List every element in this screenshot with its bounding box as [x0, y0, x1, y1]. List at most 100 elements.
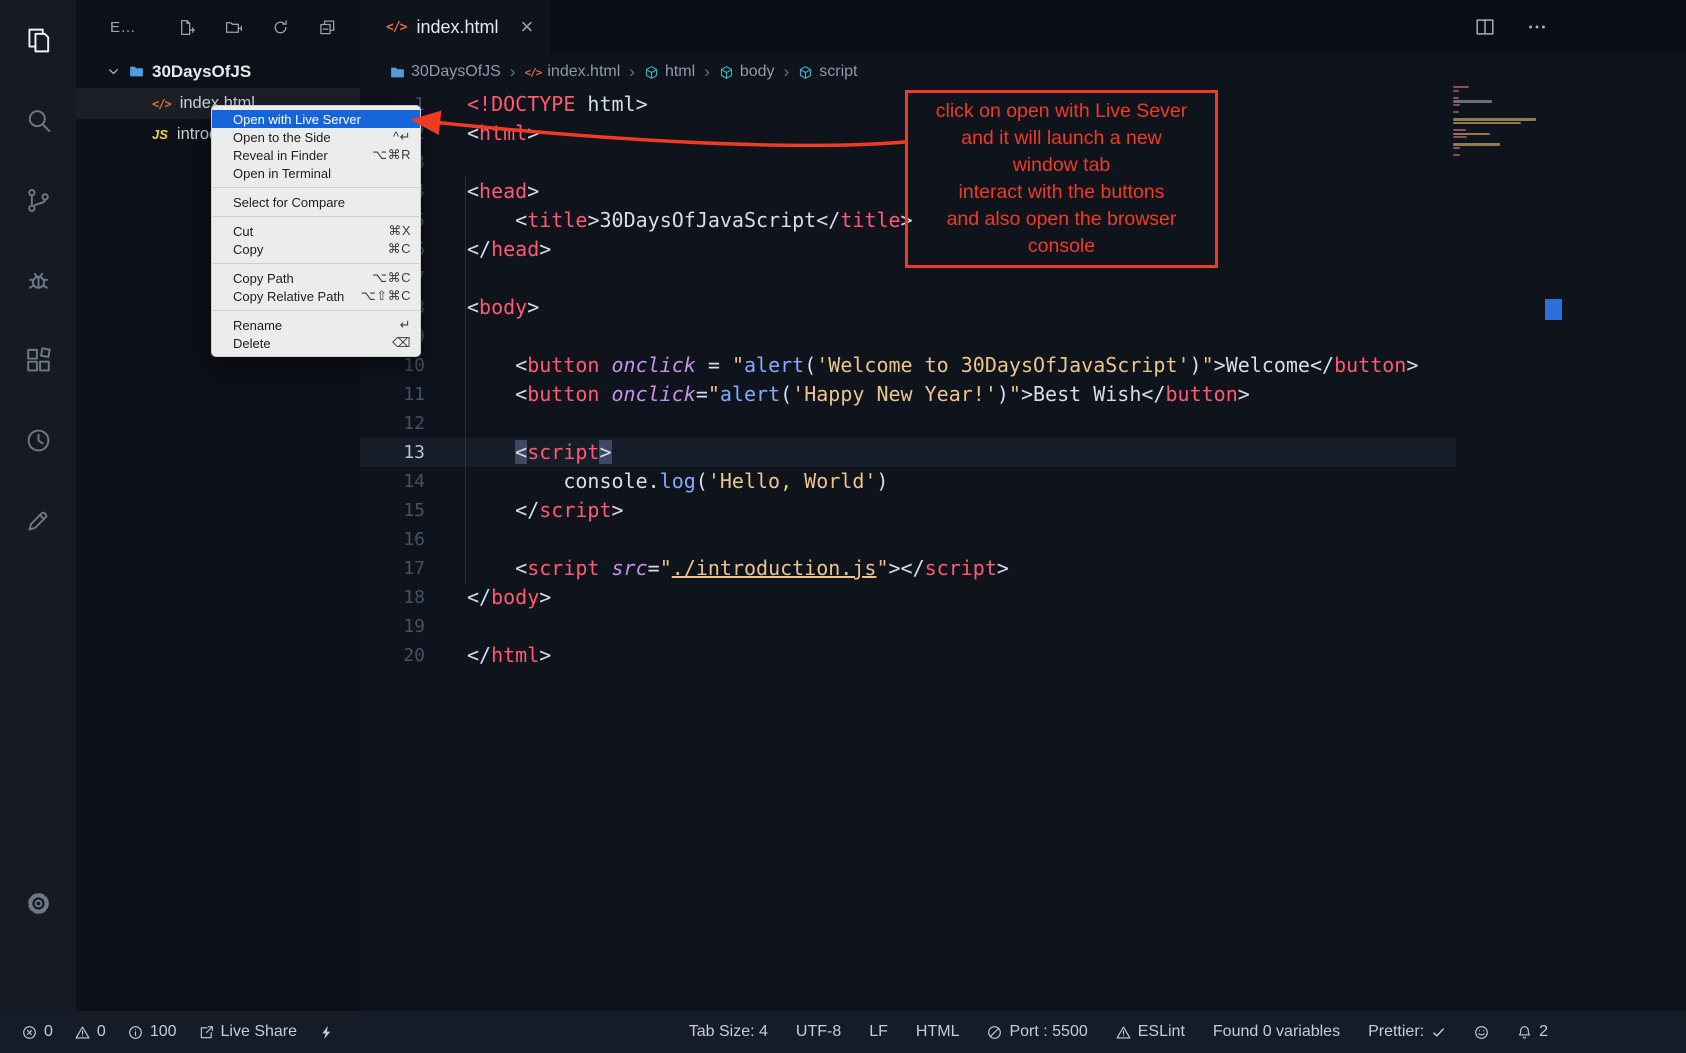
code-line-12[interactable]: 12: [360, 409, 1456, 438]
explorer-title: E…: [110, 19, 136, 36]
activity-bar-bottom: [0, 863, 76, 943]
minimap[interactable]: [1453, 86, 1545, 158]
breadcrumb-index-html[interactable]: </>index.html: [524, 63, 620, 81]
menu-item-reveal-in-finder[interactable]: Reveal in Finder⌥⌘R: [212, 146, 420, 164]
status-utf-8[interactable]: UTF-8: [796, 1023, 841, 1041]
activity-bar: [0, 0, 76, 1011]
breadcrumb-body[interactable]: body: [719, 63, 775, 81]
new-folder-icon[interactable]: [225, 19, 242, 36]
status-0[interactable]: 0: [75, 1023, 106, 1041]
status-tab-size-4[interactable]: Tab Size: 4: [689, 1023, 768, 1041]
activity-explorer[interactable]: [0, 0, 76, 80]
breadcrumb-script[interactable]: script: [798, 63, 857, 81]
status-found-0-variables[interactable]: Found 0 variables: [1213, 1023, 1340, 1041]
activity-extensions[interactable]: [0, 320, 76, 400]
code-line-14[interactable]: 14 console.log('Hello, World'): [360, 467, 1456, 496]
menu-item-open-with-live-server[interactable]: Open with Live Server: [212, 110, 420, 128]
line-text: [429, 409, 467, 438]
minimap-line: [1453, 154, 1460, 156]
breadcrumb-separator: ›: [784, 62, 790, 82]
line-text: </body>: [429, 583, 551, 612]
status-0[interactable]: 0: [22, 1023, 53, 1041]
activity-bar-top: [0, 0, 76, 560]
status-live-share[interactable]: Live Share: [199, 1023, 298, 1041]
line-number: 13: [360, 438, 429, 467]
status-port-5500[interactable]: Port : 5500: [987, 1023, 1087, 1041]
symbol-icon: [719, 65, 734, 80]
code-line-7[interactable]: 7: [360, 264, 1456, 293]
menu-separator: [213, 263, 419, 264]
menu-item-open-to-the-side[interactable]: Open to the Side^↵: [212, 128, 420, 146]
breadcrumb: 30DaysOfJS›</>index.html›html›body›scrip…: [360, 54, 1686, 90]
code-line-19[interactable]: 19: [360, 612, 1456, 641]
minimap-line: [1453, 129, 1466, 131]
minimap-line: [1453, 111, 1459, 113]
explorer-header-actions: [178, 19, 336, 36]
line-number: 15: [360, 496, 429, 525]
breadcrumb-html[interactable]: html: [644, 63, 695, 81]
menu-item-select-for-compare[interactable]: Select for Compare: [212, 193, 420, 211]
status-lf[interactable]: LF: [869, 1023, 888, 1041]
menu-item-copy-path[interactable]: Copy Path⌥⌘C: [212, 269, 420, 287]
menu-item-cut[interactable]: Cut⌘X: [212, 222, 420, 240]
collapse-all-icon[interactable]: [319, 19, 336, 36]
code-line-10[interactable]: 10 <button onclick = "alert('Welcome to …: [360, 351, 1456, 380]
tab-label: index.html: [416, 17, 498, 38]
new-file-icon[interactable]: [178, 19, 195, 36]
run-debug-icon: [24, 266, 53, 295]
activity-run-debug[interactable]: [0, 240, 76, 320]
status-prettier[interactable]: Prettier:: [1368, 1023, 1446, 1041]
breadcrumb-separator: ›: [629, 62, 635, 82]
status-html[interactable]: HTML: [916, 1023, 960, 1041]
menu-item-open-in-terminal[interactable]: Open in Terminal: [212, 164, 420, 182]
status-smiley[interactable]: [1474, 1025, 1489, 1040]
status-2[interactable]: 2: [1517, 1023, 1548, 1041]
menu-separator: [213, 187, 419, 188]
code-line-18[interactable]: 18</body>: [360, 583, 1456, 612]
line-number: 18: [360, 583, 429, 612]
activity-pen[interactable]: [0, 480, 76, 560]
menu-item-copy[interactable]: Copy⌘C: [212, 240, 420, 258]
activity-search[interactable]: [0, 80, 76, 160]
smiley-icon: [1474, 1025, 1489, 1040]
tabs: </> index.html ×: [360, 0, 549, 54]
code-line-13[interactable]: 13 <script>: [360, 438, 1456, 467]
breadcrumb-30daysofjs[interactable]: 30DaysOfJS: [390, 63, 501, 81]
split-editor-icon[interactable]: [1474, 16, 1496, 38]
clock-icon: [24, 426, 53, 455]
explorer-icon: [24, 26, 53, 55]
minimap-line: [1453, 97, 1459, 99]
line-text: [429, 148, 467, 177]
menu-item-rename[interactable]: Rename↵: [212, 316, 420, 334]
code-line-11[interactable]: 11 <button onclick="alert('Happy New Yea…: [360, 380, 1456, 409]
activity-source-control[interactable]: [0, 160, 76, 240]
code-line-16[interactable]: 16: [360, 525, 1456, 554]
status-eslint[interactable]: ESLint: [1116, 1023, 1185, 1041]
activity-settings[interactable]: [0, 863, 76, 943]
minimap-line: [1453, 86, 1469, 88]
folder-label: 30DaysOfJS: [152, 62, 251, 82]
more-actions-icon[interactable]: [1526, 16, 1548, 38]
status-100[interactable]: 100: [128, 1023, 177, 1041]
error-icon: [22, 1025, 37, 1040]
code-line-8[interactable]: 8<body>: [360, 293, 1456, 322]
folder-row-30daysofjs[interactable]: 30DaysOfJS: [76, 55, 360, 88]
code-line-20[interactable]: 20</html>: [360, 641, 1456, 670]
menu-item-delete[interactable]: Delete⌫: [212, 334, 420, 352]
refresh-icon[interactable]: [272, 19, 289, 36]
code-line-9[interactable]: 9: [360, 322, 1456, 351]
status-bolt[interactable]: [319, 1025, 334, 1040]
tab-index-html[interactable]: </> index.html ×: [360, 0, 549, 54]
activity-clock[interactable]: [0, 400, 76, 480]
code-line-15[interactable]: 15 </script>: [360, 496, 1456, 525]
line-number: 14: [360, 467, 429, 496]
menu-item-copy-relative-path[interactable]: Copy Relative Path⌥⇧⌘C: [212, 287, 420, 305]
html-file-icon: </>: [386, 20, 406, 35]
minimap-line: [1453, 90, 1459, 92]
close-tab-icon[interactable]: ×: [521, 16, 534, 38]
line-text: </script>: [429, 496, 624, 525]
search-icon: [24, 106, 53, 135]
code-line-17[interactable]: 17 <script src="./introduction.js"></scr…: [360, 554, 1456, 583]
js-file-icon: JS: [152, 127, 168, 142]
line-text: </head>: [429, 235, 551, 264]
